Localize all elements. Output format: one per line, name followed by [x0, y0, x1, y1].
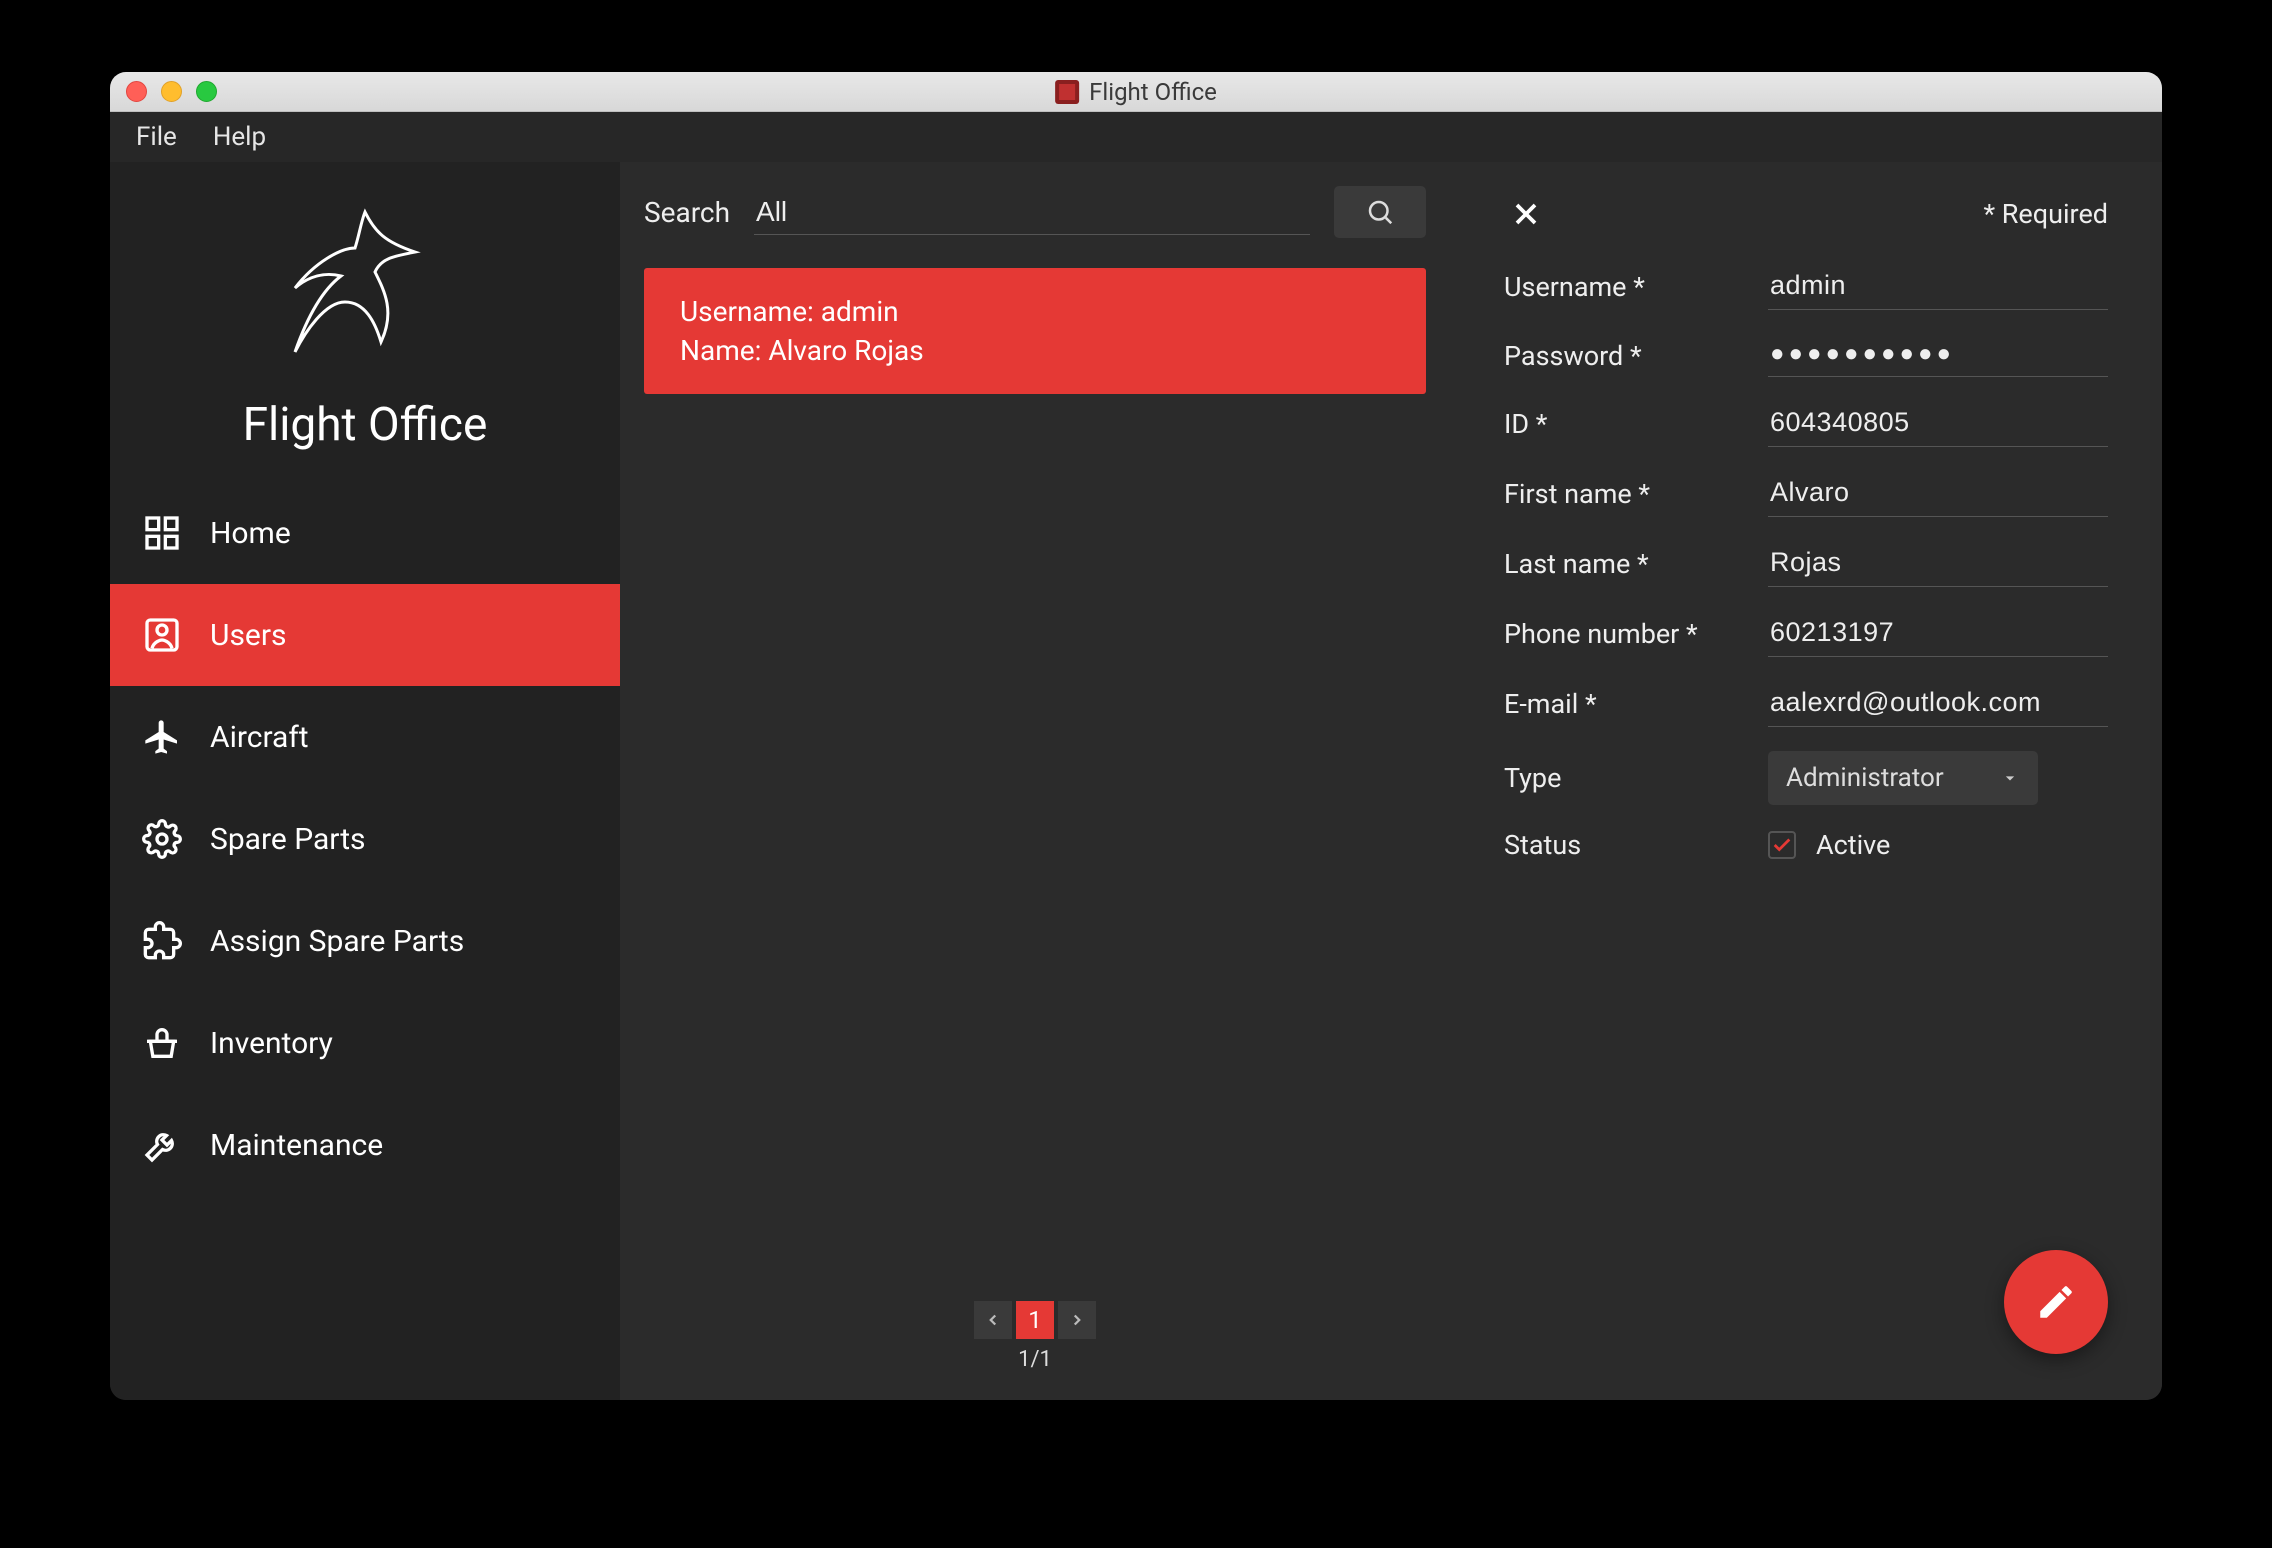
input-id[interactable]	[1768, 401, 2108, 447]
puzzle-icon	[140, 919, 184, 963]
sidebar-item-assign-spare-parts[interactable]: Assign Spare Parts	[110, 890, 620, 992]
pager-current-page[interactable]: 1	[1016, 1301, 1054, 1339]
status-control: Active	[1768, 829, 1890, 861]
close-window-button[interactable]	[126, 81, 147, 102]
sidebar: Flight Office Home Users	[110, 162, 620, 1400]
airplane-icon	[140, 715, 184, 759]
menu-help[interactable]: Help	[213, 122, 266, 152]
row-password: Password *	[1504, 334, 2108, 377]
menu-file[interactable]: File	[136, 122, 177, 152]
chevron-down-icon	[2000, 768, 2020, 788]
input-last-name[interactable]	[1768, 541, 2108, 587]
search-button[interactable]	[1334, 186, 1426, 238]
label-first-name: First name *	[1504, 478, 1744, 510]
brand-title: Flight Office	[243, 398, 488, 452]
menubar: File Help	[110, 112, 2162, 162]
chevron-left-icon	[984, 1311, 1002, 1329]
result-line-1: Username: admin	[680, 292, 1390, 331]
sidebar-item-label: Aircraft	[210, 720, 309, 755]
detail-panel: * Required Username * Password * ID *	[1450, 162, 2162, 1400]
input-password[interactable]	[1768, 334, 2108, 377]
row-type: Type Administrator	[1504, 751, 2108, 805]
minimize-window-button[interactable]	[161, 81, 182, 102]
sidebar-item-label: Users	[210, 618, 287, 653]
result-line-2: Name: Alvaro Rojas	[680, 331, 1390, 370]
search-row: Search	[644, 186, 1426, 238]
checkbox-status[interactable]	[1768, 831, 1796, 859]
list-panel: Search Username: admin Name: Alvaro Roja…	[620, 162, 1450, 1400]
chevron-right-icon	[1068, 1311, 1086, 1329]
sidebar-item-label: Assign Spare Parts	[210, 924, 464, 959]
row-id: ID *	[1504, 401, 2108, 447]
result-card[interactable]: Username: admin Name: Alvaro Rojas	[644, 268, 1426, 394]
input-username[interactable]	[1768, 264, 2108, 310]
select-type-value: Administrator	[1786, 763, 1944, 793]
sidebar-nav: Home Users Aircraft	[110, 482, 620, 1196]
input-first-name[interactable]	[1768, 471, 2108, 517]
close-icon	[1508, 196, 1544, 232]
status-text: Active	[1816, 829, 1890, 861]
app-window: Flight Office File Help Flight Office Ho…	[110, 72, 2162, 1400]
pager-summary: 1/1	[1018, 1347, 1052, 1372]
label-last-name: Last name *	[1504, 548, 1744, 580]
input-email[interactable]	[1768, 681, 2108, 727]
titlebar: Flight Office	[110, 72, 2162, 112]
sidebar-item-spare-parts[interactable]: Spare Parts	[110, 788, 620, 890]
sidebar-item-label: Spare Parts	[210, 822, 366, 857]
select-type[interactable]: Administrator	[1768, 751, 2038, 805]
content: Flight Office Home Users	[110, 162, 2162, 1400]
row-username: Username *	[1504, 264, 2108, 310]
sidebar-item-label: Inventory	[210, 1026, 333, 1061]
input-phone[interactable]	[1768, 611, 2108, 657]
traffic-lights	[126, 81, 217, 102]
search-icon	[1365, 197, 1395, 227]
label-status: Status	[1504, 829, 1744, 861]
window-title-wrap: Flight Office	[1055, 78, 1217, 106]
maximize-window-button[interactable]	[196, 81, 217, 102]
row-first-name: First name *	[1504, 471, 2108, 517]
sidebar-item-label: Maintenance	[210, 1128, 383, 1163]
sidebar-item-inventory[interactable]: Inventory	[110, 992, 620, 1094]
pager-next-button[interactable]	[1058, 1301, 1096, 1339]
sidebar-item-users[interactable]: Users	[110, 584, 620, 686]
sidebar-item-maintenance[interactable]: Maintenance	[110, 1094, 620, 1196]
user-icon	[140, 613, 184, 657]
row-email: E-mail *	[1504, 681, 2108, 727]
detail-top: * Required	[1504, 192, 2108, 236]
label-id: ID *	[1504, 408, 1744, 440]
wrench-icon	[140, 1123, 184, 1167]
basket-icon	[140, 1021, 184, 1065]
required-note: * Required	[1983, 198, 2108, 230]
pager: 1 1/1	[644, 1283, 1426, 1400]
row-phone: Phone number *	[1504, 611, 2108, 657]
sidebar-item-label: Home	[210, 516, 291, 551]
brand-logo	[265, 192, 465, 392]
row-last-name: Last name *	[1504, 541, 2108, 587]
sidebar-item-aircraft[interactable]: Aircraft	[110, 686, 620, 788]
search-label: Search	[644, 196, 730, 229]
label-type: Type	[1504, 762, 1744, 794]
detail-form: Username * Password * ID * First name *	[1504, 264, 2108, 861]
pager-prev-button[interactable]	[974, 1301, 1012, 1339]
window-title: Flight Office	[1089, 78, 1217, 106]
sidebar-item-home[interactable]: Home	[110, 482, 620, 584]
app-icon	[1055, 80, 1079, 104]
search-input[interactable]	[754, 190, 1310, 235]
label-email: E-mail *	[1504, 688, 1744, 720]
close-detail-button[interactable]	[1504, 192, 1548, 236]
list-spacer	[644, 394, 1426, 1283]
pager-row: 1	[974, 1301, 1096, 1339]
main: Search Username: admin Name: Alvaro Roja…	[620, 162, 2162, 1400]
brand: Flight Office	[110, 162, 620, 482]
edit-fab[interactable]	[2004, 1250, 2108, 1354]
check-icon	[1771, 834, 1793, 856]
row-status: Status Active	[1504, 829, 2108, 861]
label-username: Username *	[1504, 271, 1744, 303]
pencil-icon	[2035, 1281, 2077, 1323]
dashboard-icon	[140, 511, 184, 555]
label-phone: Phone number *	[1504, 618, 1744, 650]
label-password: Password *	[1504, 340, 1744, 372]
gear-icon	[140, 817, 184, 861]
